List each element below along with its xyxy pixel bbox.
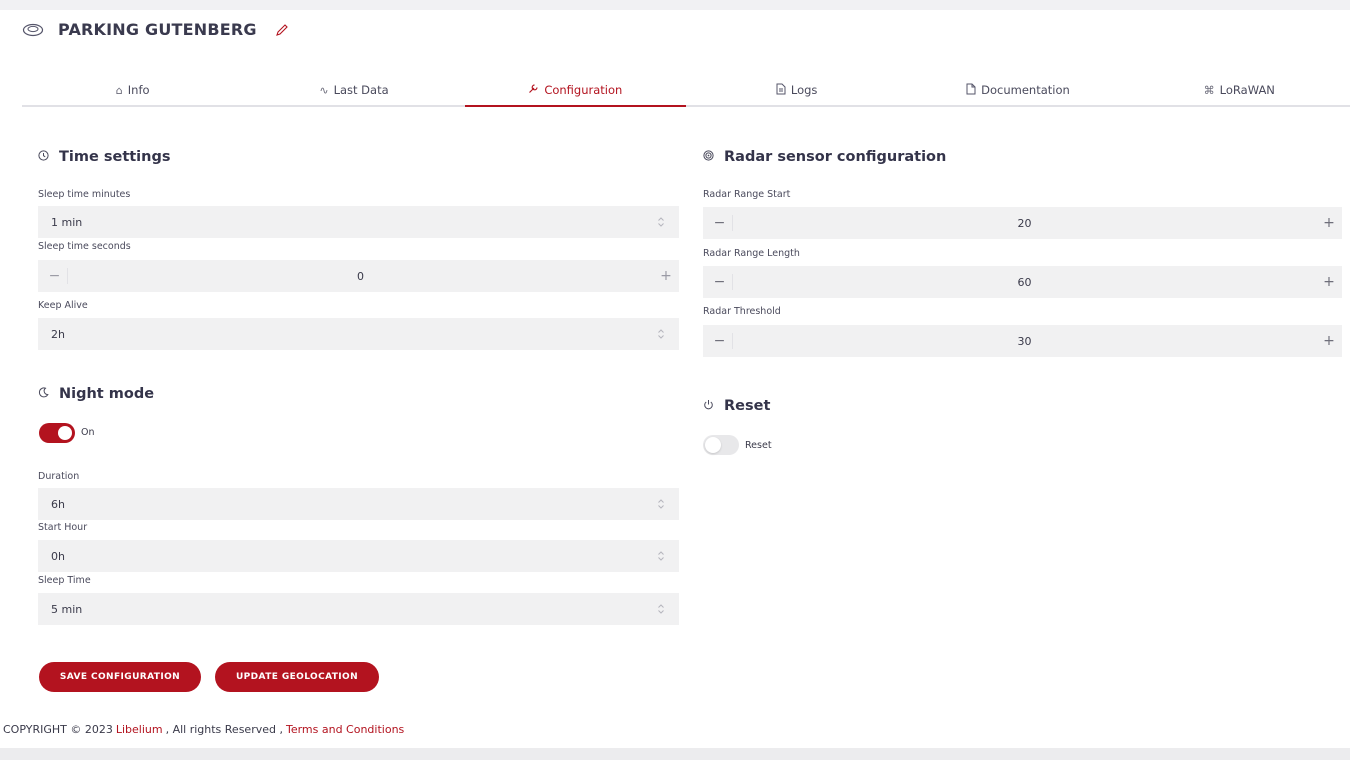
reset-toggle[interactable] bbox=[703, 435, 739, 455]
tab-label: Last Data bbox=[333, 83, 389, 97]
chevron-updown-icon bbox=[657, 498, 665, 510]
power-icon bbox=[703, 399, 714, 413]
sleep-minutes-select[interactable]: 1 min bbox=[38, 206, 679, 238]
select-value: 5 min bbox=[51, 602, 83, 616]
tab-info[interactable]: ⌂ Info bbox=[22, 75, 243, 105]
tab-label: Info bbox=[127, 83, 150, 97]
plus-icon[interactable]: + bbox=[1316, 207, 1342, 239]
sleep-seconds-stepper[interactable]: − 0 + bbox=[38, 260, 679, 292]
page-header: PARKING GUTENBERG bbox=[22, 16, 289, 42]
document-icon bbox=[776, 83, 786, 98]
plus-icon[interactable]: + bbox=[1316, 266, 1342, 298]
minus-icon[interactable]: − bbox=[42, 268, 68, 284]
night-mode-toggle[interactable] bbox=[39, 423, 75, 443]
time-settings-heading: Time settings bbox=[38, 149, 170, 165]
night-mode-heading: Night mode bbox=[38, 386, 154, 402]
reset-heading: Reset bbox=[703, 398, 770, 414]
rights-text: , All rights Reserved , bbox=[165, 722, 283, 736]
select-value: 6h bbox=[51, 497, 65, 511]
select-value: 0h bbox=[51, 549, 65, 563]
tab-configuration[interactable]: Configuration bbox=[464, 75, 687, 107]
save-configuration-button[interactable]: SAVE CONFIGURATION bbox=[39, 662, 201, 692]
tab-lorawan[interactable]: ⌘ LoRaWAN bbox=[1129, 75, 1350, 105]
duration-select[interactable]: 6h bbox=[38, 488, 679, 520]
sleep-minutes-label: Sleep time minutes bbox=[38, 189, 131, 200]
chevron-updown-icon bbox=[657, 328, 665, 340]
minus-icon[interactable]: − bbox=[707, 215, 733, 231]
night-mode-toggle-label: On bbox=[81, 427, 95, 438]
tab-logs[interactable]: Logs bbox=[686, 75, 907, 105]
plus-icon[interactable]: + bbox=[1316, 325, 1342, 357]
duration-label: Duration bbox=[38, 471, 80, 482]
radar-range-start-label: Radar Range Start bbox=[703, 189, 791, 200]
wrench-icon bbox=[528, 83, 539, 97]
tab-last-data[interactable]: ∿ Last Data bbox=[243, 75, 464, 105]
section-title-text: Reset bbox=[724, 398, 771, 414]
home-icon: ⌂ bbox=[115, 83, 123, 97]
minus-icon[interactable]: − bbox=[707, 333, 733, 349]
footer: COPYRIGHT © 2023 Libelium , All rights R… bbox=[0, 710, 1350, 748]
tab-bar: ⌂ Info ∿ Last Data Configuration Logs Do… bbox=[22, 75, 1350, 107]
radar-threshold-stepper[interactable]: − 30 + bbox=[703, 325, 1342, 357]
parking-sensor-icon bbox=[22, 22, 44, 37]
start-hour-select[interactable]: 0h bbox=[38, 540, 679, 572]
reset-toggle-label: Reset bbox=[745, 440, 772, 451]
stepper-value: 60 bbox=[1017, 275, 1032, 289]
tab-documentation[interactable]: Documentation bbox=[907, 75, 1128, 105]
radar-config-heading: Radar sensor configuration bbox=[703, 149, 946, 165]
update-geolocation-button[interactable]: UPDATE GEOLOCATION bbox=[215, 662, 379, 692]
select-value: 2h bbox=[51, 327, 65, 341]
radar-icon bbox=[703, 150, 714, 164]
tab-label: Documentation bbox=[981, 83, 1070, 97]
chevron-updown-icon bbox=[657, 216, 665, 228]
section-title-text: Radar sensor configuration bbox=[724, 149, 947, 165]
pencil-icon[interactable] bbox=[275, 22, 289, 36]
section-title-text: Night mode bbox=[59, 386, 155, 402]
file-icon bbox=[966, 83, 976, 98]
toggle-knob bbox=[58, 426, 72, 440]
start-hour-label: Start Hour bbox=[38, 522, 88, 533]
radar-range-length-stepper[interactable]: − 60 + bbox=[703, 266, 1342, 298]
stepper-value: 30 bbox=[1017, 334, 1032, 348]
tab-label: LoRaWAN bbox=[1219, 83, 1275, 97]
sleep-seconds-label: Sleep time seconds bbox=[38, 241, 131, 252]
keep-alive-label: Keep Alive bbox=[38, 300, 88, 311]
plus-icon[interactable]: + bbox=[653, 260, 679, 292]
tab-label: Configuration bbox=[544, 83, 623, 97]
chevron-updown-icon bbox=[657, 550, 665, 562]
top-band bbox=[0, 0, 1350, 10]
activity-icon: ∿ bbox=[319, 83, 329, 97]
clock-icon bbox=[38, 150, 49, 164]
moon-icon bbox=[38, 387, 49, 401]
brand-link: Libelium bbox=[115, 722, 163, 736]
page-title: PARKING GUTENBERG bbox=[58, 19, 257, 39]
stepper-value: 20 bbox=[1017, 216, 1032, 230]
sleep-time-label: Sleep Time bbox=[38, 575, 91, 586]
copyright-text: COPYRIGHT © 2023 bbox=[3, 722, 113, 736]
command-icon: ⌘ bbox=[1203, 83, 1215, 97]
select-value: 1 min bbox=[51, 215, 83, 229]
minus-icon[interactable]: − bbox=[707, 274, 733, 290]
keep-alive-select[interactable]: 2h bbox=[38, 318, 679, 350]
terms-link[interactable]: Terms and Conditions bbox=[286, 723, 404, 736]
radar-range-length-label: Radar Range Length bbox=[703, 248, 800, 259]
stepper-value: 0 bbox=[357, 269, 364, 283]
bottom-band bbox=[0, 748, 1350, 760]
radar-range-start-stepper[interactable]: − 20 + bbox=[703, 207, 1342, 239]
section-title-text: Time settings bbox=[59, 149, 171, 165]
chevron-updown-icon bbox=[657, 603, 665, 615]
toggle-knob bbox=[705, 437, 721, 453]
sleep-time-select[interactable]: 5 min bbox=[38, 593, 679, 625]
radar-threshold-label: Radar Threshold bbox=[703, 306, 781, 317]
tab-label: Logs bbox=[790, 83, 818, 97]
